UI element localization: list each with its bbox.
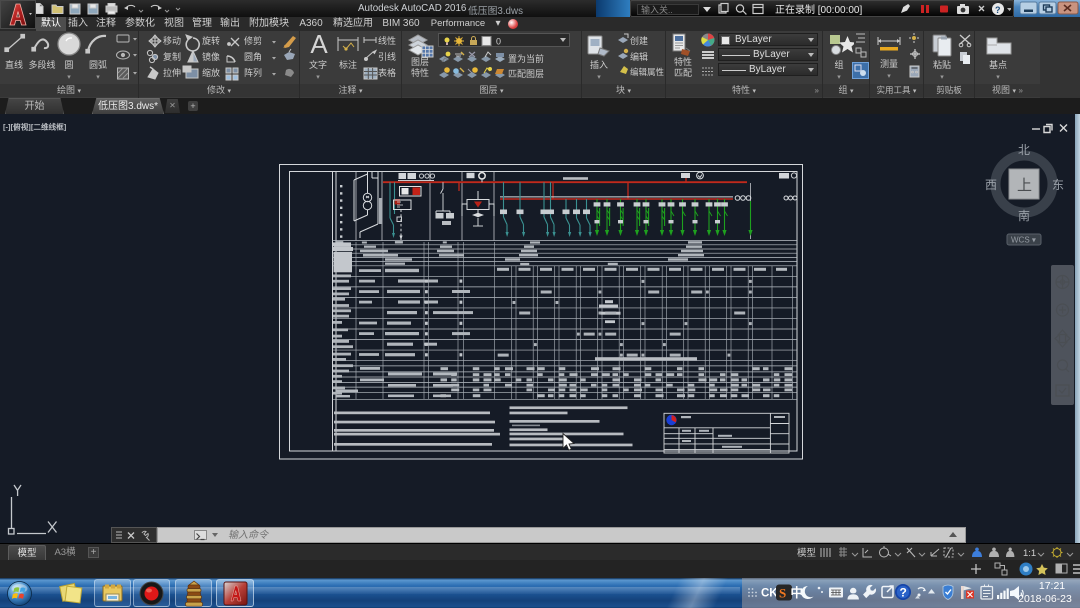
svg-text:[-][俯视][二维线框]: [-][俯视][二维线框] — [3, 122, 67, 132]
svg-text:正在录制 [00:00:00]: 正在录制 [00:00:00] — [775, 3, 862, 16]
svg-text:0: 0 — [496, 37, 501, 47]
svg-text:?: ? — [900, 586, 907, 600]
svg-text:东: 东 — [1052, 178, 1064, 192]
svg-text:模型: 模型 — [797, 547, 817, 559]
svg-text:西: 西 — [985, 178, 997, 192]
svg-text:1:1: 1:1 — [1023, 548, 1036, 559]
svg-text:?: ? — [995, 5, 1001, 15]
svg-text:S: S — [779, 586, 786, 601]
svg-text:北: 北 — [1018, 143, 1030, 157]
svg-text:WCS ▾: WCS ▾ — [1011, 236, 1036, 245]
svg-text:CK: CK — [761, 588, 778, 600]
svg-text:南: 南 — [1018, 208, 1030, 223]
svg-text:上: 上 — [1017, 177, 1032, 194]
